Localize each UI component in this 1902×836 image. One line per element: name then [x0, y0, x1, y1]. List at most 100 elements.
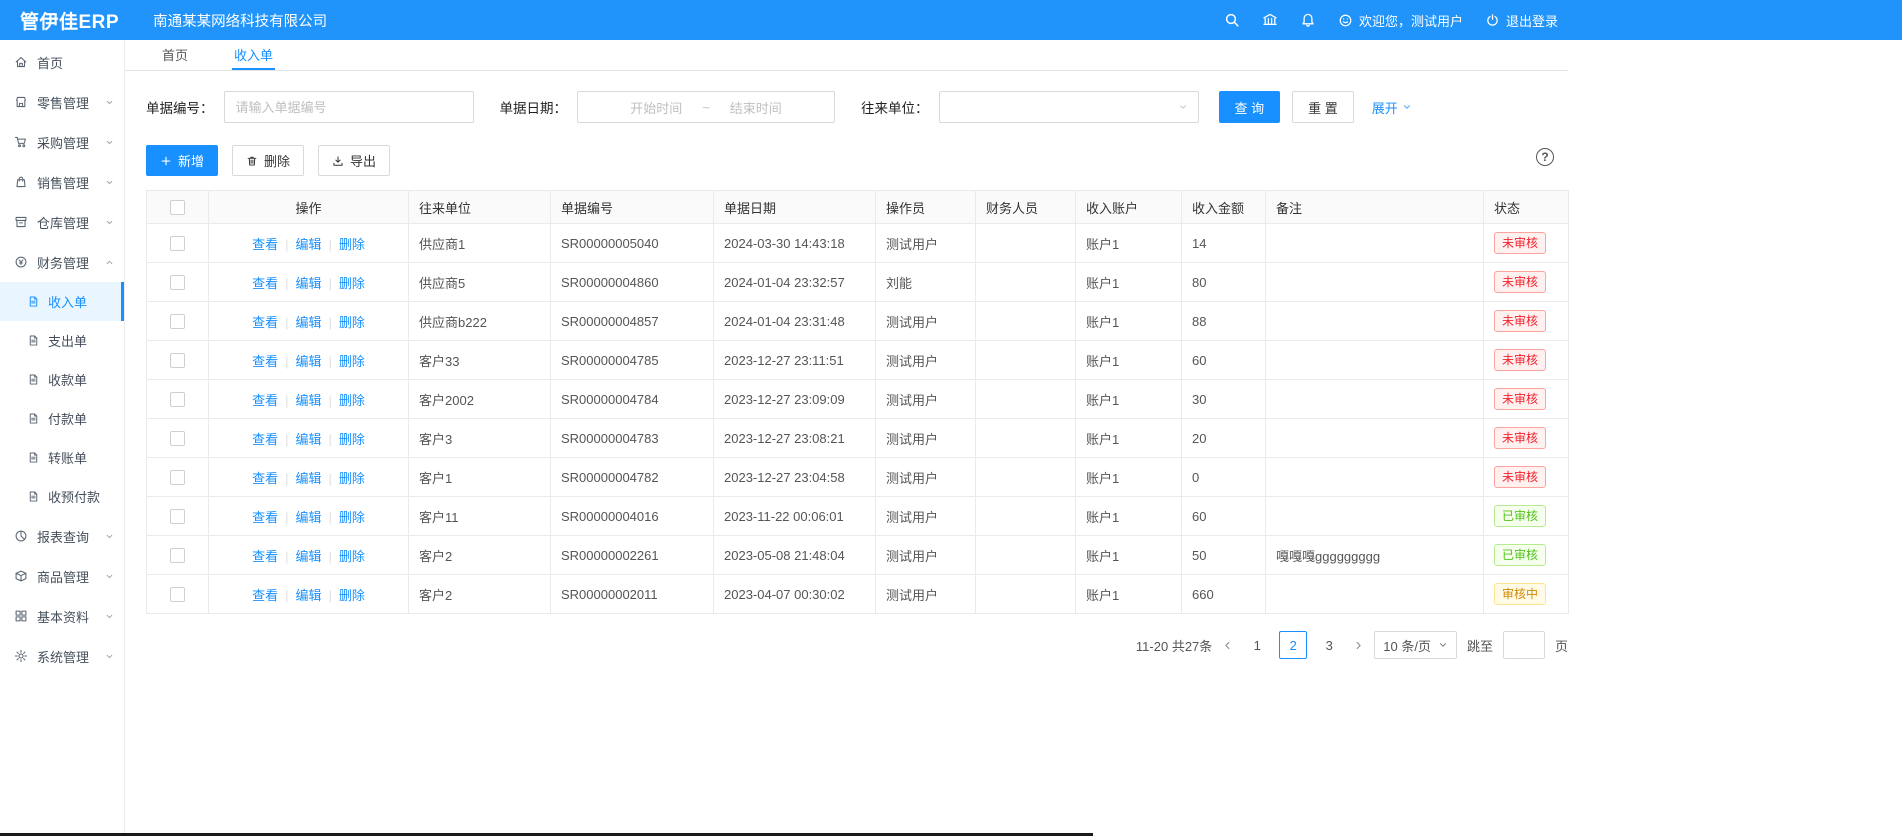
sidebar-item-sales[interactable]: 销售管理: [0, 162, 124, 202]
sidebar-subitem-transfer[interactable]: 转账单: [0, 438, 124, 477]
view-link[interactable]: 查看: [252, 588, 278, 603]
view-link[interactable]: 查看: [252, 315, 278, 330]
remark-cell: [1266, 302, 1484, 341]
bell-icon[interactable]: [1300, 12, 1316, 28]
help-icon[interactable]: ?: [1536, 148, 1554, 166]
action-separator: |: [285, 393, 288, 408]
chevron-down-icon: [105, 572, 114, 581]
sidebar-item-retail[interactable]: 零售管理: [0, 82, 124, 122]
page-size-select[interactable]: 10 条/页: [1374, 631, 1457, 659]
welcome-user[interactable]: 欢迎您，测试用户: [1338, 11, 1463, 30]
delete-link[interactable]: 删除: [339, 315, 365, 330]
delete-link[interactable]: 删除: [339, 393, 365, 408]
row-checkbox[interactable]: [170, 236, 185, 251]
status-badge: 未审核: [1494, 466, 1546, 488]
jump-input[interactable]: [1503, 631, 1545, 659]
row-checkbox[interactable]: [170, 587, 185, 602]
sidebar-item-finance[interactable]: 财务管理: [0, 242, 124, 282]
edit-link[interactable]: 编辑: [295, 393, 321, 408]
row-checkbox[interactable]: [170, 275, 185, 290]
sidebar-subitem-receipt[interactable]: 收款单: [0, 360, 124, 399]
sidebar-subitem-payment[interactable]: 付款单: [0, 399, 124, 438]
edit-link[interactable]: 编辑: [295, 354, 321, 369]
doc-icon: [27, 295, 40, 308]
export-button[interactable]: 导出: [318, 145, 390, 176]
partner-cell: 客户1: [409, 458, 551, 497]
row-checkbox[interactable]: [170, 392, 185, 407]
add-button[interactable]: 新增: [146, 145, 218, 176]
status-badge: 审核中: [1494, 583, 1546, 605]
status-badge: 未审核: [1494, 310, 1546, 332]
partner-select[interactable]: [939, 91, 1199, 123]
view-link[interactable]: 查看: [252, 549, 278, 564]
edit-link[interactable]: 编辑: [295, 237, 321, 252]
edit-link[interactable]: 编辑: [295, 588, 321, 603]
edit-link[interactable]: 编辑: [295, 510, 321, 525]
sidebar-subitem-advance[interactable]: 收预付款: [0, 477, 124, 516]
view-link[interactable]: 查看: [252, 237, 278, 252]
page-button-1[interactable]: 1: [1243, 631, 1271, 659]
search-button[interactable]: 查 询: [1219, 91, 1281, 123]
row-checkbox[interactable]: [170, 431, 185, 446]
amount-cell: 60: [1182, 497, 1266, 536]
edit-link[interactable]: 编辑: [295, 432, 321, 447]
goods-icon: [14, 569, 28, 583]
date-range-picker[interactable]: 开始时间 ~ 结束时间: [577, 91, 835, 123]
search-icon[interactable]: [1224, 12, 1240, 28]
page-button-3[interactable]: 3: [1315, 631, 1343, 659]
delete-link[interactable]: 删除: [339, 588, 365, 603]
sidebar-item-goods[interactable]: 商品管理: [0, 556, 124, 596]
status-badge: 未审核: [1494, 232, 1546, 254]
bill-date-cell: 2023-04-07 00:30:02: [714, 575, 876, 614]
delete-link[interactable]: 删除: [339, 510, 365, 525]
reset-button[interactable]: 重 置: [1292, 91, 1354, 123]
select-all-checkbox[interactable]: [170, 200, 185, 215]
delete-link[interactable]: 删除: [339, 471, 365, 486]
page-button-2[interactable]: 2: [1279, 631, 1307, 659]
bill-no-cell: SR00000002011: [551, 575, 714, 614]
sidebar-item-home[interactable]: 首页: [0, 42, 124, 82]
view-link[interactable]: 查看: [252, 510, 278, 525]
delete-link[interactable]: 删除: [339, 354, 365, 369]
row-checkbox[interactable]: [170, 548, 185, 563]
delete-button[interactable]: 删除: [232, 145, 304, 176]
view-link[interactable]: 查看: [252, 393, 278, 408]
edit-link[interactable]: 编辑: [295, 549, 321, 564]
smile-icon: [1338, 13, 1353, 28]
operator-cell: 测试用户: [876, 575, 976, 614]
sidebar-item-report[interactable]: 报表查询: [0, 516, 124, 556]
expand-link[interactable]: 展开: [1372, 98, 1412, 117]
bank-icon[interactable]: [1262, 12, 1278, 28]
delete-link[interactable]: 删除: [339, 276, 365, 291]
date-separator: ~: [702, 100, 710, 115]
row-checkbox[interactable]: [170, 509, 185, 524]
bill-no-input[interactable]: [224, 91, 474, 123]
prev-page-button[interactable]: [1222, 640, 1233, 651]
tab-income[interactable]: 收入单: [232, 40, 275, 70]
next-page-button[interactable]: [1353, 640, 1364, 651]
edit-link[interactable]: 编辑: [295, 315, 321, 330]
delete-link[interactable]: 删除: [339, 432, 365, 447]
tab-home[interactable]: 首页: [160, 40, 190, 70]
logout-button[interactable]: 退出登录: [1485, 11, 1558, 30]
view-link[interactable]: 查看: [252, 432, 278, 447]
row-checkbox[interactable]: [170, 353, 185, 368]
edit-link[interactable]: 编辑: [295, 276, 321, 291]
delete-link[interactable]: 删除: [339, 237, 365, 252]
row-checkbox[interactable]: [170, 470, 185, 485]
view-link[interactable]: 查看: [252, 276, 278, 291]
row-checkbox[interactable]: [170, 314, 185, 329]
sidebar-subitem-income[interactable]: 收入单: [0, 282, 124, 321]
sidebar-item-purchase[interactable]: 采购管理: [0, 122, 124, 162]
view-link[interactable]: 查看: [252, 354, 278, 369]
sidebar-item-system[interactable]: 系统管理: [0, 636, 124, 676]
actions-cell: 查看|编辑|删除: [209, 536, 409, 575]
sidebar-subitem-expense[interactable]: 支出单: [0, 321, 124, 360]
delete-link[interactable]: 删除: [339, 549, 365, 564]
sidebar-item-warehouse[interactable]: 仓库管理: [0, 202, 124, 242]
sidebar-item-basic[interactable]: 基本资料: [0, 596, 124, 636]
table-header-row: 操作往来单位单据编号单据日期操作员财务人员收入账户收入金额备注状态: [147, 191, 1569, 224]
edit-link[interactable]: 编辑: [295, 471, 321, 486]
view-link[interactable]: 查看: [252, 471, 278, 486]
sidebar-item-label: 仓库管理: [37, 213, 89, 232]
